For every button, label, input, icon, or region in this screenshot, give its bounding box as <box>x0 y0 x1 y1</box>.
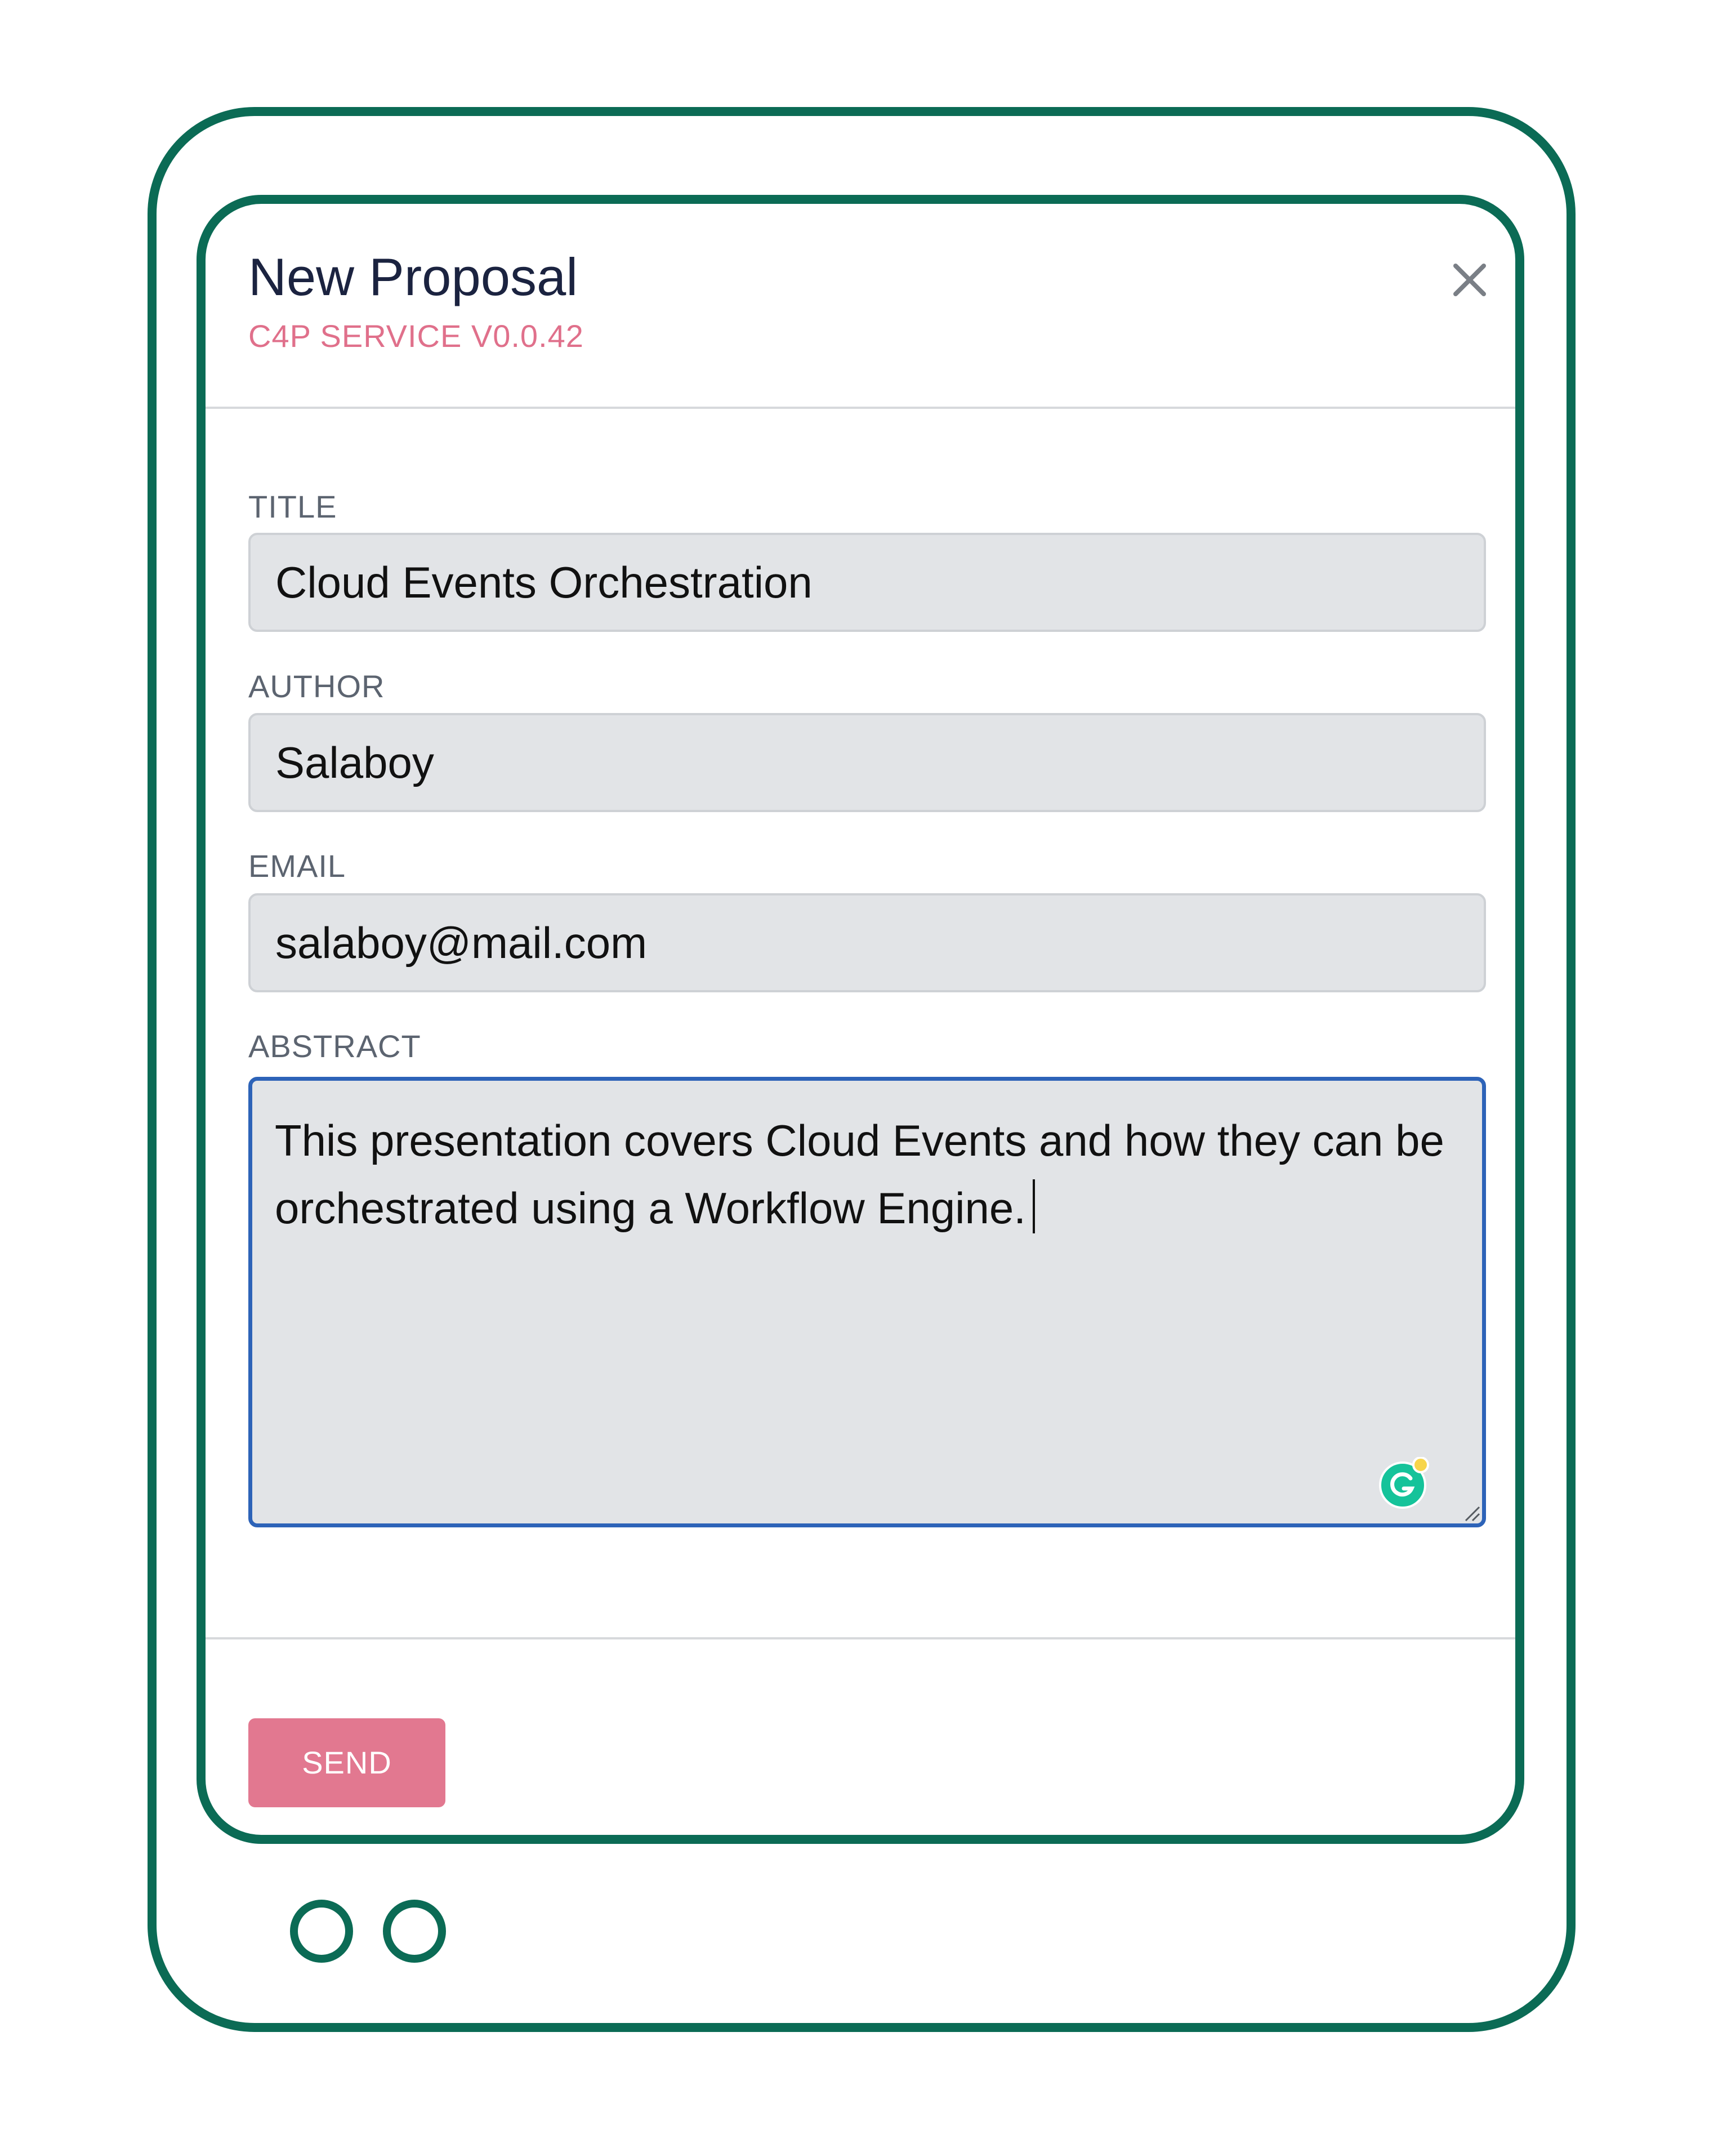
abstract-text: This presentation covers Cloud Events an… <box>275 1116 1444 1233</box>
send-button[interactable]: SEND <box>248 1718 445 1807</box>
title-label: TITLE <box>248 489 337 524</box>
abstract-label: ABSTRACT <box>248 1028 421 1064</box>
abstract-textarea[interactable]: This presentation covers Cloud Events an… <box>248 1077 1486 1527</box>
grammarly-icon[interactable] <box>1378 1457 1430 1509</box>
modal-footer: SEND <box>206 1637 1515 1835</box>
modal-body: TITLE AUTHOR EMAIL ABSTRACT This present… <box>206 409 1515 1642</box>
proposal-modal: New Proposal C4P SERVICE V0.0.42 TITLE A… <box>197 195 1524 1844</box>
text-caret <box>1032 1179 1035 1233</box>
modal-subtitle: C4P SERVICE V0.0.42 <box>248 318 584 354</box>
close-icon[interactable] <box>1444 255 1495 305</box>
hardware-button-right[interactable] <box>383 1900 446 1963</box>
resize-handle-icon[interactable] <box>1462 1504 1481 1523</box>
modal-title: New Proposal <box>248 247 578 306</box>
author-input[interactable] <box>248 713 1486 812</box>
author-label: AUTHOR <box>248 669 385 704</box>
title-input[interactable] <box>248 533 1486 632</box>
email-label: EMAIL <box>248 848 346 884</box>
hardware-button-left[interactable] <box>290 1900 353 1963</box>
email-input[interactable] <box>248 893 1486 992</box>
page: New Proposal C4P SERVICE V0.0.42 TITLE A… <box>0 0 1736 2139</box>
modal-header: New Proposal C4P SERVICE V0.0.42 <box>206 204 1515 409</box>
